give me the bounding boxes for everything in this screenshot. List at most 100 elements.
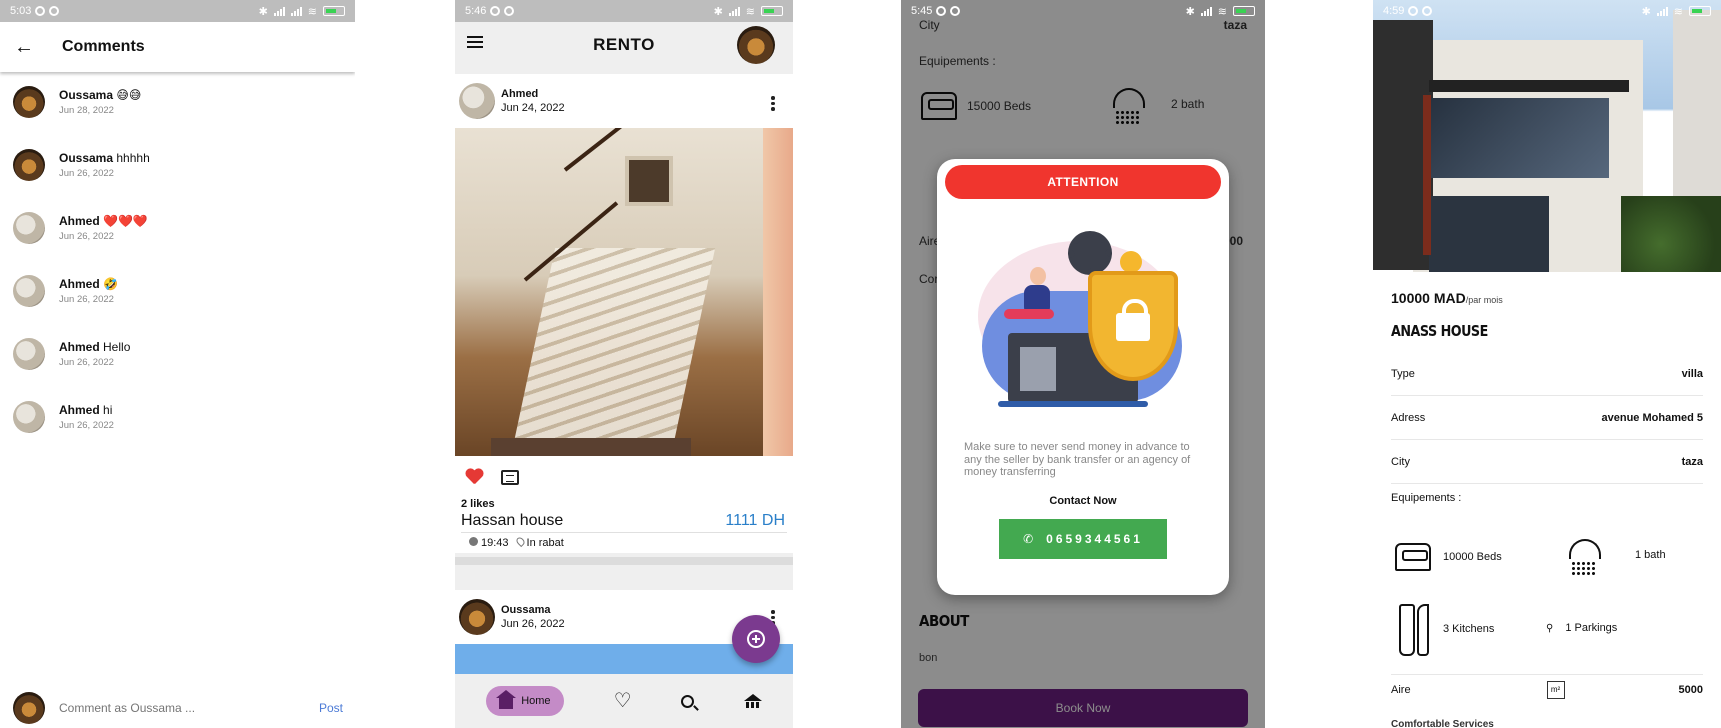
lock-icon xyxy=(1116,299,1150,341)
post-location: In rabat xyxy=(526,537,564,549)
comment-text: hhhhh xyxy=(116,151,150,165)
like-heart-icon[interactable] xyxy=(465,469,483,485)
call-button[interactable]: ✆ 0659344561 xyxy=(999,518,1167,559)
price-suffix: /par mois xyxy=(1465,295,1503,305)
bath-value: 1 bath xyxy=(1635,549,1666,561)
post-card: Ahmed Jun 24, 2022 2 likes Hassan house … xyxy=(455,74,793,553)
status-time: 5:46 xyxy=(465,5,487,17)
property-info: 10000 MAD/par mois ANASS HOUSE Type villa… xyxy=(1391,290,1703,504)
signal-icon xyxy=(1200,6,1212,16)
add-post-button[interactable] xyxy=(732,615,780,663)
parking-icon: ⚲ xyxy=(1546,622,1554,634)
status-time: 5:45 xyxy=(911,5,933,17)
services-label: Comfortable Services xyxy=(1391,719,1494,728)
phone-number: 0659344561 xyxy=(1046,531,1143,546)
status-time: 4:59 xyxy=(1383,5,1405,17)
home-icon xyxy=(496,689,517,709)
property-detail-dialog-screen: City taza Equipements : 15000 Beds 2 bat… xyxy=(901,0,1265,728)
utensils-icon xyxy=(1397,604,1431,656)
post-time: 19:43 xyxy=(481,537,509,549)
app-bar: ← Comments xyxy=(0,22,355,72)
post-button[interactable]: Post xyxy=(319,701,343,715)
avatar[interactable] xyxy=(13,338,45,370)
notification-icon xyxy=(504,6,515,16)
equipements-label: Equipements : xyxy=(1391,492,1462,504)
clock-icon xyxy=(469,537,478,546)
comment-date: Jun 28, 2022 xyxy=(59,105,114,116)
property-detail-screen: 4:59 ✱ ≋ 10000 MAD/par mois ANASS HOUSE … xyxy=(1373,0,1721,728)
shower-icon xyxy=(1565,533,1601,577)
comment-input[interactable] xyxy=(59,701,259,715)
comment-author: Ahmed xyxy=(59,340,100,354)
battery-icon xyxy=(761,6,783,16)
notification-icon xyxy=(950,6,961,16)
post-date: Jun 24, 2022 xyxy=(501,102,565,114)
profile-avatar[interactable] xyxy=(737,26,775,64)
parkings-value: 1 Parkings xyxy=(1565,622,1618,634)
nav-home[interactable]: Home xyxy=(485,686,564,716)
wifi-icon: ≋ xyxy=(307,5,317,18)
comment-author: Ahmed xyxy=(59,403,100,417)
property-photo[interactable] xyxy=(1373,0,1721,272)
notification-icon xyxy=(49,6,60,16)
more-options-icon[interactable] xyxy=(771,96,775,113)
battery-icon xyxy=(1233,6,1255,16)
avatar[interactable] xyxy=(13,212,45,244)
status-bar: 5:03 ✱ ≋ xyxy=(0,0,355,22)
avatar[interactable] xyxy=(13,86,45,118)
likes-count: 2 likes xyxy=(461,498,495,510)
post-date: Jun 26, 2022 xyxy=(501,618,565,630)
comment-composer: Post xyxy=(13,690,343,726)
app-bar: RENTO xyxy=(455,22,793,68)
search-icon[interactable] xyxy=(681,694,695,708)
favorites-heart-icon[interactable]: ♡ xyxy=(614,691,632,711)
kitchens-item: 3 Kitchens xyxy=(1397,604,1495,656)
comment-author: Ahmed xyxy=(59,277,100,291)
post-meta: 19:43 In rabat xyxy=(461,532,787,553)
bluetooth-icon: ✱ xyxy=(258,5,268,18)
page-title: Comments xyxy=(62,38,145,55)
notification-icon xyxy=(936,6,947,16)
post-author: Oussama xyxy=(501,604,551,616)
back-arrow-icon[interactable]: ← xyxy=(14,36,34,59)
notification-icon xyxy=(1408,6,1419,16)
comment-date: Jun 26, 2022 xyxy=(59,231,114,242)
bluetooth-icon: ✱ xyxy=(713,5,723,18)
location-pin-icon xyxy=(514,535,526,548)
aire-label: Aire xyxy=(1391,683,1411,696)
comment-item: Ahmed 🤣 Jun 26, 2022 xyxy=(13,275,118,307)
detail-row: City taza xyxy=(1391,440,1703,484)
avatar[interactable] xyxy=(459,83,495,119)
plus-icon xyxy=(747,630,765,648)
comment-icon[interactable] xyxy=(501,469,519,485)
signal-icon xyxy=(273,6,285,16)
comment-text: 😅😅 xyxy=(116,88,142,102)
avatar[interactable] xyxy=(459,599,495,635)
post-photo[interactable] xyxy=(455,128,793,456)
status-bar: 4:59 ✱ ≋ xyxy=(1373,0,1721,22)
post-header: Ahmed Jun 24, 2022 xyxy=(455,74,793,128)
feed-screen: 5:46 ✱ ≋ RENTO Ahmed Jun 24, 2022 2 like… xyxy=(455,0,793,728)
bed-icon xyxy=(1395,543,1431,571)
kitchens-value: 3 Kitchens xyxy=(1443,623,1495,635)
aire-value: 5000 xyxy=(1678,683,1703,696)
comment-date: Jun 26, 2022 xyxy=(59,294,114,305)
menu-icon[interactable] xyxy=(467,36,483,51)
detail-row: Type villa xyxy=(1391,352,1703,396)
signal-icon xyxy=(728,6,740,16)
avatar[interactable] xyxy=(13,401,45,433)
avatar[interactable] xyxy=(13,275,45,307)
parkings-item: ⚲ 1 Parkings xyxy=(1546,622,1617,634)
comment-text: Hello xyxy=(103,340,131,354)
detail-row: Adress avenue Mohamed 5 xyxy=(1391,396,1703,440)
properties-icon[interactable] xyxy=(744,694,763,708)
beds-value: 10000 Beds xyxy=(1443,551,1502,563)
battery-icon xyxy=(1689,6,1711,16)
signal-icon xyxy=(290,6,302,16)
attention-badge: ATTENTION xyxy=(945,165,1221,199)
comment-item: Oussama hhhhh Jun 26, 2022 xyxy=(13,149,150,181)
aire-row: Aire m² 5000 xyxy=(1391,674,1703,704)
comment-text: 🤣 xyxy=(103,277,118,291)
avatar xyxy=(13,692,45,724)
avatar[interactable] xyxy=(13,149,45,181)
